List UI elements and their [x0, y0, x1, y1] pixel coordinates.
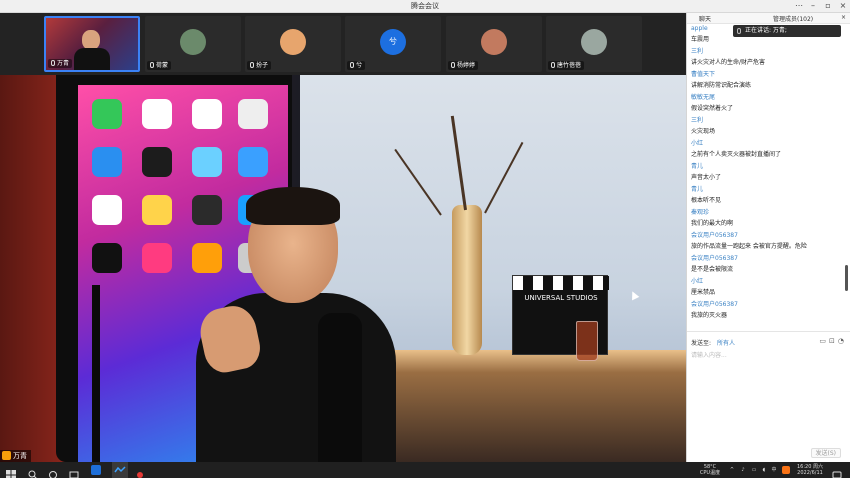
taskbar: 58°C CPU温度 ^ ♪ ▭ ◖ 中 16:20 周六 2022/6/11 — [0, 462, 850, 478]
participant-tile[interactable]: 荷蒙 — [145, 16, 241, 72]
mic-icon — [451, 62, 455, 68]
list-item: 敏敏无尾 假设突然着火了 — [691, 94, 734, 112]
send-to-label: 发送至: — [691, 340, 712, 347]
list-item: 会议用户056387 我旅的灭火器 — [691, 301, 738, 319]
participant-name-tag: 兮 — [347, 61, 366, 70]
mic-tray-icon[interactable]: ♪ — [739, 467, 747, 473]
participant-name-tag: 扮子 — [247, 61, 272, 70]
windows-start-icon[interactable] — [6, 465, 16, 478]
participant-name-tag: 杨婷婷 — [448, 61, 479, 70]
mic-icon — [737, 28, 741, 34]
list-item: 秦观珍 我们的最大的啊 — [691, 209, 734, 227]
user-icon[interactable]: ◔ — [838, 337, 847, 345]
chat-panel: 聊天 管理成员(102) × apple 车震用 三利 讲火灾对人的生命/财产危害 … — [686, 13, 850, 462]
app-tray-icon[interactable] — [782, 466, 790, 474]
participant-tile[interactable]: 万青 — [44, 16, 140, 72]
network-icon[interactable]: ▭ — [750, 467, 758, 473]
send-button[interactable]: 发送(S) — [810, 448, 841, 458]
participant-name-tag: 唐竹蓓蓓 — [548, 61, 585, 70]
participant-tile[interactable]: 唐竹蓓蓓 — [546, 16, 642, 72]
participant-tile[interactable]: 兮 兮 — [345, 16, 441, 72]
title-bar: 腾会会议 ⋯ – ▫ × — [0, 0, 850, 13]
avatar — [180, 29, 206, 55]
participant-name-tag: 荷蒙 — [147, 61, 172, 70]
notification-icon[interactable] — [832, 465, 842, 478]
tab-chat[interactable]: 聊天 — [699, 14, 711, 23]
screenshot-icon[interactable]: ⊡ — [829, 337, 838, 345]
participant-tile[interactable]: 扮子 — [245, 16, 341, 72]
mic-icon — [551, 62, 555, 68]
weather-sub: CPU温度 — [699, 470, 721, 476]
app-window: 腾会会议 ⋯ – ▫ × 万青 荷蒙 扮子 兮 兮 杨婷婷 唐竹蓓蓓 UNIVE… — [0, 0, 850, 478]
task-view-icon[interactable] — [69, 465, 79, 478]
mic-icon — [350, 62, 354, 68]
chat-message-list[interactable]: apple 车震用 三利 讲火灾对人的生命/财产危害 曹值天下 讲解消防常识配合演练 … — [691, 24, 841, 340]
minimize-icon[interactable]: – — [806, 0, 820, 12]
chat-composer: 发送至: 所有人 ▭⊡◔ 发送(S) — [687, 331, 850, 462]
mic-icon — [51, 60, 55, 66]
recipient-select[interactable]: 所有人 — [717, 338, 735, 347]
list-item: 青儿 根本听不见 — [691, 186, 722, 204]
host-badge-icon — [2, 451, 11, 460]
app-store-icon[interactable] — [91, 465, 101, 475]
main-speaker-name-tag: 万青 — [0, 450, 31, 462]
vase-prop — [452, 205, 482, 355]
participant-tile[interactable]: 杨婷婷 — [446, 16, 542, 72]
glass-prop — [576, 321, 598, 361]
pin-icon[interactable]: ⋯ — [792, 0, 806, 12]
avatar: 兮 — [380, 29, 406, 55]
list-item: 小红 之前有个人卖灭火器被封直播间了 — [691, 140, 782, 158]
clock-date[interactable]: 2022/6/11 — [792, 470, 828, 476]
close-icon[interactable]: × — [836, 0, 850, 12]
chat-input[interactable] — [691, 350, 841, 446]
mic-icon — [250, 62, 254, 68]
avatar — [280, 29, 306, 55]
mic-icon — [150, 62, 154, 68]
avatar — [581, 29, 607, 55]
maximize-icon[interactable]: ▫ — [821, 0, 835, 12]
tripod-prop — [92, 285, 100, 462]
close-panel-icon[interactable]: × — [841, 14, 846, 21]
window-title: 腾会会议 — [411, 2, 439, 10]
list-item: 会议用户056387 旅的作品流量一跑起来 会被官方提醒。危险 — [691, 232, 807, 250]
cortana-icon[interactable] — [48, 465, 58, 478]
participant-strip: 万青 荷蒙 扮子 兮 兮 杨婷婷 唐竹蓓蓓 — [0, 13, 686, 75]
list-item: 会议用户056387 是不是会被限流 — [691, 255, 738, 273]
avatar — [481, 29, 507, 55]
file-icon[interactable]: ▭ — [819, 337, 829, 345]
list-item: 三利 讲火灾对人的生命/财产危害 — [691, 48, 766, 66]
list-item: 小红 厘米禁品 — [691, 278, 716, 296]
chat-scrollbar[interactable] — [845, 265, 848, 291]
participant-name-tag: 万青 — [48, 59, 73, 68]
search-icon[interactable] — [28, 465, 38, 478]
chevron-up-icon[interactable]: ^ — [728, 467, 736, 473]
volume-icon[interactable]: ◖ — [760, 467, 768, 473]
speaking-indicator: 正在讲话: 万青; — [733, 25, 841, 37]
main-video[interactable]: UNIVERSAL STUDIOS 万青 — [0, 75, 686, 462]
recorder-icon[interactable] — [135, 465, 145, 478]
list-item: 曹值天下 讲解消防常识配合演练 — [691, 71, 752, 89]
list-item: 三利 火灾现场 — [691, 117, 716, 135]
meeting-app-icon[interactable] — [112, 462, 128, 478]
microphone-prop — [318, 313, 362, 462]
ime-indicator[interactable]: 中 — [770, 467, 778, 473]
chat-header: 聊天 管理成员(102) × — [687, 13, 850, 24]
list-item: 青儿 声音太小了 — [691, 163, 722, 181]
tab-members[interactable]: 管理成员(102) — [773, 14, 813, 23]
